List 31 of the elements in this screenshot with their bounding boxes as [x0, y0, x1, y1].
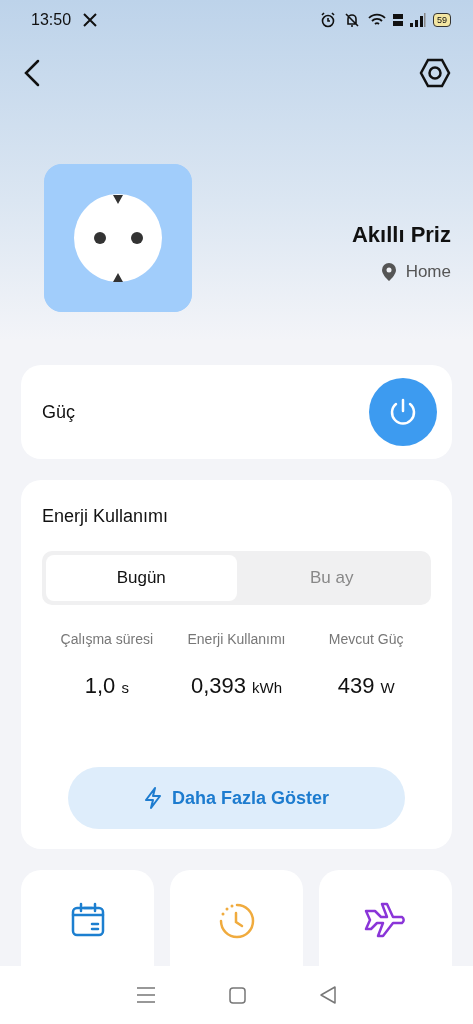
stat-label: Enerji Kullanımı	[187, 631, 286, 647]
menu-icon[interactable]	[137, 987, 155, 1003]
stat-label: Mevcut Güç	[328, 631, 404, 647]
device-name: Akıllı Priz	[351, 222, 451, 248]
calendar-icon	[69, 902, 106, 938]
stat-value: 439 W	[337, 673, 395, 699]
back-nav-icon[interactable]	[320, 986, 336, 1004]
power-label: Güç	[42, 401, 75, 423]
home-icon[interactable]	[229, 986, 246, 1004]
status-time: 13:50	[31, 11, 72, 29]
battery-level: 59	[433, 13, 451, 27]
show-more-button[interactable]: Daha Fazla Göster	[68, 767, 405, 829]
energy-title: Enerji Kullanımı	[42, 506, 170, 527]
period-tab[interactable]: Bugün	[46, 555, 237, 601]
settings-icon[interactable]	[419, 57, 451, 88]
stat-value: 1,0 s	[84, 673, 129, 699]
signal-icon	[410, 13, 426, 27]
volte-icon	[393, 13, 403, 27]
alarm-icon	[320, 12, 336, 28]
stat-label: Çalışma süresi	[60, 631, 154, 647]
stat-value: 0,393 kWh	[190, 673, 283, 699]
clock-icon	[217, 902, 256, 940]
back-icon[interactable]	[24, 58, 40, 87]
period-tab[interactable]: Bu ay	[236, 555, 427, 601]
x-logo-icon	[83, 13, 98, 27]
lightning-icon	[143, 787, 162, 809]
location-pin-icon	[381, 263, 396, 281]
location-label: Home	[405, 262, 451, 282]
power-icon	[388, 397, 418, 427]
wifi-icon	[368, 13, 386, 27]
muted-bell-icon	[343, 12, 361, 28]
